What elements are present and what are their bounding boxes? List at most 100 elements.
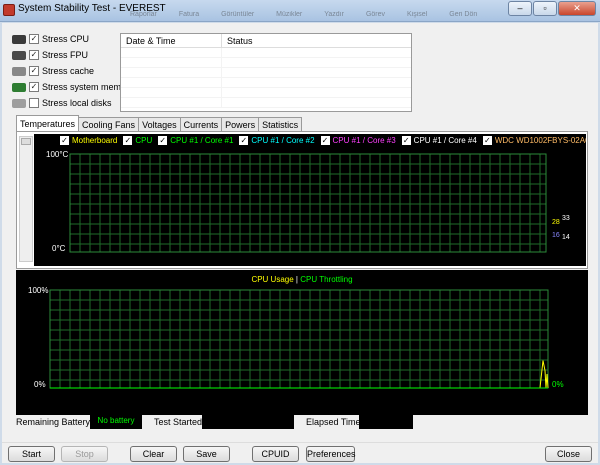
bg-toolbar-item: Geri Dön <box>449 11 478 18</box>
tab-statistics[interactable]: Statistics <box>258 117 303 131</box>
stress-disks-checkbox[interactable] <box>29 98 39 108</box>
clear-button[interactable]: Clear <box>130 446 177 462</box>
close-window-button[interactable]: ✕ <box>558 1 596 16</box>
temperature-legend: ✓ Motherboard ✓ CPU ✓ CPU #1 / Core #1 ✓ CPU… <box>34 136 586 145</box>
elapsed-time-value <box>359 413 413 429</box>
status-log-table[interactable]: Date & Time Status <box>120 33 412 112</box>
temp-readout-motherboard: 28 <box>552 219 560 226</box>
legend-checkbox[interactable]: ✓ <box>482 136 492 145</box>
legend-checkbox[interactable]: ✓ <box>320 136 330 145</box>
cpu-y-min-label: 0% <box>34 380 46 389</box>
memory-icon <box>12 82 26 92</box>
temp-readout-disk: 33 <box>562 215 570 222</box>
start-button[interactable]: Start <box>8 446 55 462</box>
bg-toolbar-item: Yazdır <box>324 11 344 18</box>
legend-label: CPU #1 / Core #2 <box>251 136 315 145</box>
cpu-current-value: 0% <box>552 380 564 389</box>
dialog-body: ✓ Stress CPU ✓ Stress FPU ✓ Stress cache… <box>2 23 598 463</box>
everest-app-icon <box>3 4 15 16</box>
test-status-bar: Remaining Battery: No battery Test Start… <box>16 413 588 431</box>
tab-powers[interactable]: Powers <box>221 117 260 131</box>
stop-button[interactable]: Stop <box>61 446 108 462</box>
stress-cpu-label: Stress CPU <box>42 34 90 44</box>
cpu-y-max-label: 100% <box>28 286 49 295</box>
stress-memory-option[interactable]: ✓ Stress system memory <box>12 82 134 92</box>
cpu-usage-graph: CPU Usage | CPU Throttling 100% 0% 0% <box>16 270 588 415</box>
legend-disk[interactable]: ✓WDC WD1002FBYS-02A6B0 <box>482 136 586 145</box>
cpuid-button[interactable]: CPUID <box>252 446 299 462</box>
preferences-button[interactable]: Preferences <box>306 446 356 462</box>
stress-cache-checkbox[interactable]: ✓ <box>29 66 39 76</box>
legend-checkbox[interactable]: ✓ <box>123 136 133 145</box>
legend-checkbox[interactable]: ✓ <box>401 136 411 145</box>
graph-border <box>49 289 549 389</box>
cpu-graph-legend: CPU Usage | CPU Throttling <box>16 275 588 284</box>
legend-core-3[interactable]: ✓ CPU #1 / Core #3 <box>320 136 396 145</box>
title-bar: System Stability Test - EVEREST Raporlar… <box>0 0 600 22</box>
tab-voltages[interactable]: Voltages <box>138 117 181 131</box>
graph-border <box>69 153 547 253</box>
button-row: Start Stop Clear Save CPUID Preferences … <box>2 442 598 462</box>
stress-fpu-option[interactable]: ✓ Stress FPU <box>12 50 88 60</box>
stress-cache-label: Stress cache <box>42 66 95 76</box>
legend-cpu[interactable]: ✓ CPU <box>123 136 152 145</box>
stress-disks-label: Stress local disks <box>42 98 112 108</box>
sensor-tabs: Temperatures Cooling Fans Voltages Curre… <box>16 115 303 131</box>
stress-fpu-checkbox[interactable]: ✓ <box>29 50 39 60</box>
bg-toolbar-item: Raporlar <box>130 11 157 18</box>
legend-separator: | <box>295 275 298 284</box>
battery-value: No battery <box>90 413 142 429</box>
stress-memory-checkbox[interactable]: ✓ <box>29 82 39 92</box>
test-started-label: Test Started: <box>154 417 205 427</box>
cpu-usage-grid <box>49 289 549 389</box>
tab-currents[interactable]: Currents <box>179 117 223 131</box>
save-button[interactable]: Save <box>183 446 230 462</box>
bg-toolbar-item: Görüntüler <box>221 11 255 18</box>
elapsed-time-label: Elapsed Time: <box>306 417 364 427</box>
graph-scrollbar[interactable] <box>19 136 33 262</box>
disk-icon <box>12 98 26 108</box>
cpu-throttling-legend: CPU Throttling <box>300 275 353 284</box>
legend-core-4[interactable]: ✓ CPU #1 / Core #4 <box>401 136 477 145</box>
stress-cpu-checkbox[interactable]: ✓ <box>29 34 39 44</box>
window-controls: – ▫ ✕ <box>508 1 596 16</box>
tab-cooling-fans[interactable]: Cooling Fans <box>78 117 140 131</box>
minimize-button[interactable]: – <box>508 1 532 16</box>
cpu-icon <box>12 34 26 44</box>
legend-checkbox[interactable]: ✓ <box>239 136 249 145</box>
table-row <box>121 98 411 108</box>
legend-motherboard[interactable]: ✓ Motherboard <box>60 136 117 145</box>
status-table-header: Date & Time Status <box>121 34 411 48</box>
temp-readout-core-2: 14 <box>562 234 570 241</box>
bg-toolbar-item: Fatura <box>178 11 200 18</box>
stress-fpu-label: Stress FPU <box>42 50 89 60</box>
stress-disks-option[interactable]: Stress local disks <box>12 98 112 108</box>
status-column-header[interactable]: Status <box>222 34 411 47</box>
tab-temperatures[interactable]: Temperatures <box>16 115 80 131</box>
legend-label: CPU #1 / Core #4 <box>413 136 477 145</box>
stress-cache-option[interactable]: ✓ Stress cache <box>12 66 94 76</box>
battery-label: Remaining Battery: <box>16 417 93 427</box>
stress-cpu-option[interactable]: ✓ Stress CPU <box>12 34 89 44</box>
cpu-usage-legend: CPU Usage <box>251 275 294 284</box>
legend-checkbox[interactable]: ✓ <box>158 136 168 145</box>
close-button[interactable]: Close <box>545 446 592 462</box>
scrollbar-thumb[interactable] <box>21 138 31 145</box>
legend-label: Motherboard <box>72 136 118 145</box>
legend-label: CPU #1 / Core #1 <box>170 136 234 145</box>
temp-y-min-label: 0°C <box>52 244 66 253</box>
cache-icon <box>12 66 26 76</box>
background-toolbar: Raporlar Fatura Görüntüler Müzikler Yazd… <box>120 0 520 22</box>
maximize-button[interactable]: ▫ <box>533 1 557 16</box>
legend-checkbox[interactable]: ✓ <box>60 136 69 145</box>
bg-toolbar-item: Kişisel <box>407 11 428 18</box>
temp-y-max-label: 100°C <box>46 150 69 159</box>
legend-label: CPU #1 / Core #3 <box>332 136 396 145</box>
table-row <box>121 68 411 78</box>
cpu-usage-line <box>539 360 549 389</box>
legend-core-1[interactable]: ✓ CPU #1 / Core #1 <box>158 136 233 145</box>
legend-core-2[interactable]: ✓ CPU #1 / Core #2 <box>239 136 315 145</box>
table-row <box>121 88 411 98</box>
temperature-grid <box>69 153 547 253</box>
date-time-column-header[interactable]: Date & Time <box>121 34 222 47</box>
